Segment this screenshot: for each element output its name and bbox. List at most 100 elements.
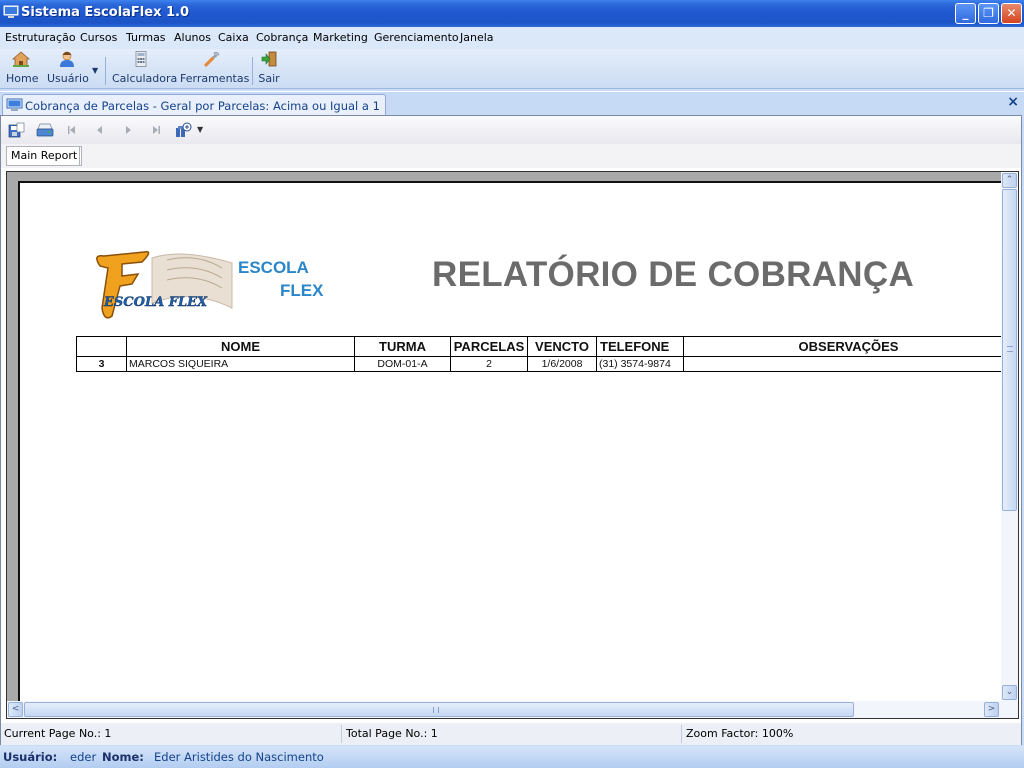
- minimize-icon: _: [962, 6, 969, 20]
- current-page-status: Current Page No.: 1: [4, 727, 112, 740]
- vertical-scroll-thumb[interactable]: [1002, 189, 1017, 511]
- home-button[interactable]: Home: [6, 51, 39, 85]
- menu-caixa[interactable]: Caixa: [218, 31, 249, 44]
- cell-parcelas: 2: [450, 356, 528, 372]
- report-title: RELATÓRIO DE COBRANÇA: [432, 255, 915, 294]
- exit-button[interactable]: Sair: [258, 51, 280, 85]
- toolbar-separator: [105, 57, 106, 85]
- menu-marketing[interactable]: Marketing: [313, 31, 368, 44]
- name-status-value: Eder Aristides do Nascimento: [154, 750, 324, 764]
- user-button[interactable]: Usuário: [47, 51, 89, 85]
- first-page-icon[interactable]: [63, 122, 81, 138]
- scroll-down-icon[interactable]: ⌄: [1002, 685, 1017, 700]
- close-button[interactable]: ✕: [1001, 3, 1022, 24]
- scroll-left-icon[interactable]: <: [8, 702, 23, 717]
- logo-image-text: ESCOLA FLEX: [103, 295, 208, 310]
- calculator-button[interactable]: Calculadora: [112, 51, 177, 85]
- column-header-parcelas: PARCELAS: [450, 336, 528, 357]
- zoom-search-icon[interactable]: [175, 122, 193, 138]
- cell-turma: DOM-01-A: [354, 356, 451, 372]
- zoom-factor-status: Zoom Factor: 100%: [686, 727, 794, 740]
- column-header-vencto: VENCTO: [527, 336, 597, 357]
- horizontal-scrollbar[interactable]: < >: [7, 701, 1018, 718]
- user-label: Usuário: [47, 72, 89, 85]
- cell-observacoes: [683, 356, 1014, 372]
- report-page-area: ESCOLA FLEX ESCOLA FLEX RELATÓRIO DE COB…: [6, 171, 1019, 719]
- menu-alunos[interactable]: Alunos: [174, 31, 211, 44]
- next-page-icon[interactable]: [119, 122, 137, 138]
- main-report-tab[interactable]: Main Report: [6, 146, 83, 166]
- document-tab-bar: Cobrança de Parcelas - Geral por Parcela…: [0, 91, 1024, 116]
- report-viewer-toolbar: ▼: [1, 116, 1021, 144]
- menu-cursos[interactable]: Cursos: [80, 31, 117, 44]
- menu-estruturacao[interactable]: Estruturação: [5, 31, 76, 44]
- cell-number: 3: [76, 356, 127, 372]
- tools-button[interactable]: Ferramentas: [180, 51, 249, 85]
- total-page-status: Total Page No.: 1: [346, 727, 438, 740]
- table-header-row: NOME TURMA PARCELAS VENCTO TELEFONE OBSE…: [76, 336, 1014, 357]
- name-status-label: Nome:: [102, 750, 144, 764]
- exit-door-icon: [261, 51, 277, 67]
- column-header-telefone: TELEFONE: [596, 336, 684, 357]
- minimize-button[interactable]: _: [955, 3, 976, 24]
- export-icon[interactable]: [8, 122, 26, 138]
- app-window: Sistema EscolaFlex 1.0 _ ❐ ✕ Estruturaçã…: [0, 0, 1024, 768]
- restore-icon: ❐: [983, 6, 994, 20]
- print-icon[interactable]: [36, 122, 54, 138]
- restore-button[interactable]: ❐: [978, 3, 999, 24]
- document-tab[interactable]: Cobrança de Parcelas - Geral por Parcela…: [2, 94, 386, 116]
- report-status-bar: Current Page No.: 1 Total Page No.: 1 Zo…: [1, 723, 1021, 745]
- logo-text-escola: ESCOLA: [238, 258, 309, 277]
- main-toolbar: Home Usuário ▼ Calculadora Ferramentas S…: [0, 49, 1024, 89]
- scroll-up-icon[interactable]: ⌃: [1002, 173, 1017, 188]
- status-separator: [681, 725, 682, 743]
- grip-icon: [433, 707, 439, 713]
- status-separator: [341, 725, 342, 743]
- menu-cobranca[interactable]: Cobrança: [256, 31, 308, 44]
- column-header-observacoes: OBSERVAÇÕES: [683, 336, 1014, 357]
- grip-icon: [1007, 346, 1013, 352]
- wrench-icon: [204, 52, 220, 67]
- previous-page-icon[interactable]: [91, 122, 109, 138]
- cell-telefone: (31) 3574-9874: [596, 356, 684, 372]
- user-icon: [60, 51, 74, 67]
- report-table: NOME TURMA PARCELAS VENCTO TELEFONE OBSE…: [76, 336, 1014, 372]
- menu-gerenciamento[interactable]: Gerenciamento: [374, 31, 459, 44]
- table-row: 3 MARCOS SIQUEIRA DOM-01-A 2 1/6/2008 (3…: [76, 356, 1014, 372]
- report-tabs: Main Report: [1, 144, 1021, 168]
- user-status-label: Usuário:: [3, 750, 58, 764]
- window-title: Sistema EscolaFlex 1.0: [21, 5, 190, 20]
- tab-separator: [79, 146, 80, 166]
- cell-nome: MARCOS SIQUEIRA: [126, 356, 355, 372]
- toolbar-separator: [252, 57, 253, 85]
- column-header-nome: NOME: [126, 336, 355, 357]
- menu-turmas[interactable]: Turmas: [126, 31, 166, 44]
- calculator-icon: [135, 51, 147, 67]
- home-label: Home: [6, 72, 39, 85]
- user-status-value: eder: [70, 750, 97, 764]
- user-dropdown-icon[interactable]: ▼: [92, 66, 98, 75]
- computer-icon: [6, 98, 23, 111]
- last-page-icon[interactable]: [147, 122, 165, 138]
- scroll-right-icon[interactable]: >: [984, 702, 999, 717]
- column-header-turma: TURMA: [354, 336, 451, 357]
- document-close-icon[interactable]: ×: [1007, 94, 1019, 110]
- report-page: ESCOLA FLEX ESCOLA FLEX RELATÓRIO DE COB…: [18, 181, 1018, 718]
- home-icon: [11, 51, 31, 67]
- title-bar: Sistema EscolaFlex 1.0 _ ❐ ✕: [0, 0, 1024, 27]
- app-status-bar: Usuário: eder Nome: Eder Aristides do Na…: [0, 746, 1024, 768]
- calculator-label: Calculadora: [112, 72, 178, 85]
- horizontal-scroll-thumb[interactable]: [24, 702, 854, 717]
- report-viewer: ▼ Main Report ESCOLA FLEX ESCOLA FLEX RE…: [0, 115, 1022, 745]
- column-header-number: [76, 336, 127, 357]
- menu-janela[interactable]: Janela: [460, 31, 494, 44]
- document-tab-title: Cobrança de Parcelas - Geral por Parcela…: [25, 99, 380, 113]
- computer-icon: [3, 5, 19, 18]
- vertical-scrollbar[interactable]: ⌃ ⌄: [1001, 172, 1018, 702]
- exit-label: Sair: [258, 72, 280, 85]
- close-icon: ✕: [1006, 6, 1017, 20]
- zoom-dropdown-icon[interactable]: ▼: [197, 125, 203, 134]
- tools-label: Ferramentas: [180, 72, 250, 85]
- cell-vencto: 1/6/2008: [527, 356, 597, 372]
- menu-bar: Estruturação Cursos Turmas Alunos Caixa …: [0, 27, 1024, 49]
